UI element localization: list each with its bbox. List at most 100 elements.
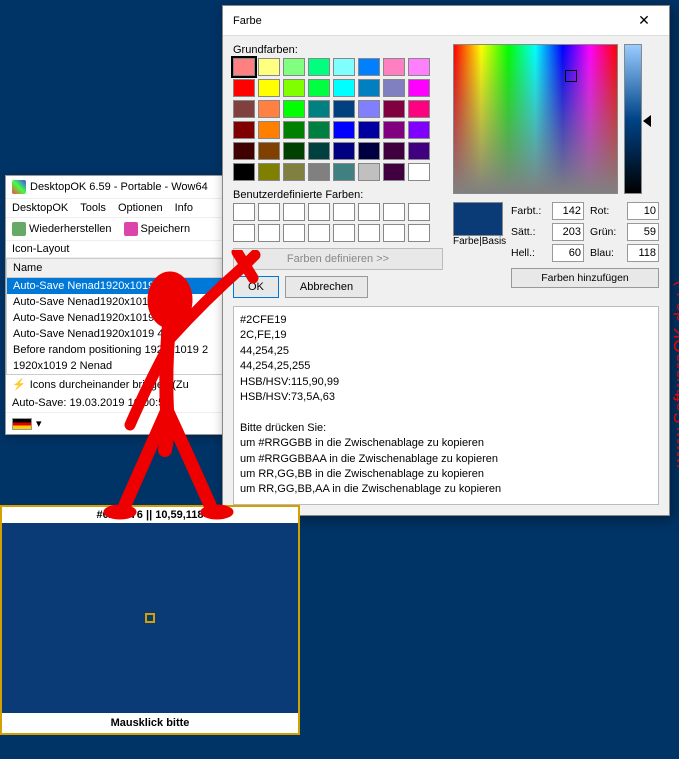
basic-swatch[interactable] (358, 100, 380, 118)
color-info-text[interactable]: #2CFE19 2C,FE,19 44,254,25 44,254,25,255… (233, 306, 659, 505)
cancel-button[interactable]: Abbrechen (285, 276, 368, 298)
basic-swatch[interactable] (333, 121, 355, 139)
basic-swatch[interactable] (308, 58, 330, 76)
crosshair-icon (565, 70, 577, 82)
custom-swatch[interactable] (358, 203, 380, 221)
basic-swatch[interactable] (233, 163, 255, 181)
luminance-slider[interactable] (624, 44, 642, 194)
basic-swatch[interactable] (383, 79, 405, 97)
ok-button[interactable]: OK (233, 276, 279, 298)
basic-swatch[interactable] (333, 142, 355, 160)
red-input[interactable] (627, 202, 659, 220)
hue-label: Farbt.: (511, 205, 546, 217)
custom-colors-grid (233, 203, 443, 242)
basic-swatch[interactable] (408, 121, 430, 139)
basic-swatch[interactable] (258, 121, 280, 139)
custom-swatch[interactable] (308, 203, 330, 221)
custom-swatch[interactable] (233, 224, 255, 242)
custom-swatch[interactable] (283, 224, 305, 242)
basic-swatch[interactable] (233, 142, 255, 160)
blue-label: Blau: (590, 247, 621, 259)
basic-swatch[interactable] (258, 100, 280, 118)
basic-swatch[interactable] (358, 79, 380, 97)
app-icon (12, 180, 26, 194)
basic-swatch[interactable] (308, 100, 330, 118)
restore-button[interactable]: Wiederherstellen (12, 222, 112, 236)
basic-swatch[interactable] (258, 58, 280, 76)
close-button[interactable]: ✕ (629, 12, 659, 29)
color-titlebar[interactable]: Farbe ✕ (223, 6, 669, 36)
magnifier-hint: Mausklick bitte (2, 713, 298, 733)
custom-swatch[interactable] (408, 224, 430, 242)
basic-swatch[interactable] (408, 163, 430, 181)
lum-input[interactable] (552, 244, 584, 262)
custom-swatch[interactable] (408, 203, 430, 221)
basic-swatch[interactable] (308, 163, 330, 181)
basic-swatch[interactable] (358, 58, 380, 76)
custom-swatch[interactable] (333, 224, 355, 242)
custom-swatch[interactable] (283, 203, 305, 221)
magnifier-view[interactable] (2, 523, 298, 713)
basic-swatch[interactable] (283, 58, 305, 76)
basic-swatch[interactable] (233, 121, 255, 139)
red-label: Rot: (590, 205, 621, 217)
basic-swatch[interactable] (283, 79, 305, 97)
basic-swatch[interactable] (408, 58, 430, 76)
save-button[interactable]: Speichern (124, 222, 191, 236)
basic-swatch[interactable] (358, 142, 380, 160)
menu-optionen[interactable]: Optionen (118, 202, 163, 214)
basic-swatch[interactable] (258, 79, 280, 97)
basic-swatch[interactable] (333, 79, 355, 97)
basic-swatch[interactable] (358, 163, 380, 181)
custom-swatch[interactable] (258, 203, 280, 221)
custom-swatch[interactable] (358, 224, 380, 242)
blue-input[interactable] (627, 244, 659, 262)
menu-desktopok[interactable]: DesktopOK (12, 202, 68, 214)
basic-swatch[interactable] (333, 58, 355, 76)
custom-swatch[interactable] (333, 203, 355, 221)
custom-swatch[interactable] (383, 224, 405, 242)
basic-swatch[interactable] (258, 163, 280, 181)
add-color-button[interactable]: Farben hinzufügen (511, 268, 659, 288)
dropdown-arrow-icon: ▾ (36, 417, 42, 430)
custom-swatch[interactable] (233, 203, 255, 221)
basic-swatch[interactable] (283, 121, 305, 139)
basic-swatch[interactable] (408, 79, 430, 97)
basic-swatch[interactable] (308, 121, 330, 139)
magnifier-target-icon (145, 613, 155, 623)
basic-swatch[interactable] (233, 100, 255, 118)
basic-swatch[interactable] (383, 121, 405, 139)
custom-swatch[interactable] (308, 224, 330, 242)
sat-label: Sätt.: (511, 226, 546, 238)
basic-swatch[interactable] (258, 142, 280, 160)
define-colors-button: Farben definieren >> (233, 248, 443, 270)
basic-swatch[interactable] (308, 79, 330, 97)
magnifier-color-label: #0A3B76 || 10,59,118 (2, 507, 298, 523)
sat-input[interactable] (552, 223, 584, 241)
basic-swatch[interactable] (233, 79, 255, 97)
custom-swatch[interactable] (383, 203, 405, 221)
basic-swatch[interactable] (383, 58, 405, 76)
menu-info[interactable]: Info (175, 202, 193, 214)
basic-swatch[interactable] (233, 58, 255, 76)
save-icon (124, 222, 138, 236)
hue-sat-picker[interactable] (453, 44, 618, 194)
basic-swatch[interactable] (383, 163, 405, 181)
hue-input[interactable] (552, 202, 584, 220)
basic-swatch[interactable] (383, 100, 405, 118)
restore-icon (12, 222, 26, 236)
custom-swatch[interactable] (258, 224, 280, 242)
basic-swatch[interactable] (383, 142, 405, 160)
basic-swatch[interactable] (333, 100, 355, 118)
basic-swatch[interactable] (408, 142, 430, 160)
basic-swatch[interactable] (358, 121, 380, 139)
green-input[interactable] (627, 223, 659, 241)
basic-swatch[interactable] (283, 163, 305, 181)
basic-swatch[interactable] (408, 100, 430, 118)
title-text: DesktopOK 6.59 - Portable - Wow64 (30, 181, 208, 193)
basic-swatch[interactable] (333, 163, 355, 181)
basic-swatch[interactable] (283, 142, 305, 160)
basic-swatch[interactable] (308, 142, 330, 160)
basic-swatch[interactable] (283, 100, 305, 118)
menu-tools[interactable]: Tools (80, 202, 106, 214)
